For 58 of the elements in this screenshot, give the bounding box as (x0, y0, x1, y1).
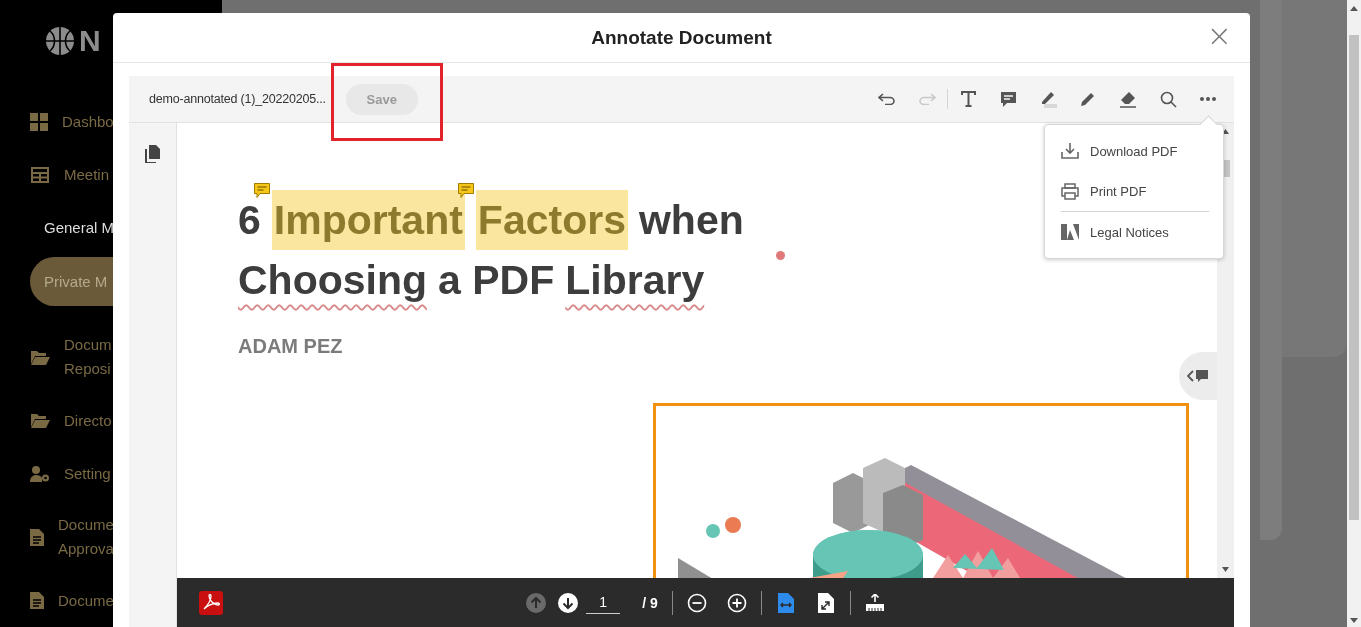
comment-note-icon[interactable] (253, 183, 270, 198)
sidebar-item[interactable]: Setting (64, 465, 111, 482)
pdf-logo-icon (199, 590, 223, 615)
page-total: / 9 (642, 594, 658, 611)
basketball-icon (45, 26, 75, 56)
pages-icon[interactable] (145, 145, 160, 163)
scroll-down-icon[interactable] (1350, 618, 1358, 623)
underlined-text: Choosing (238, 256, 428, 305)
sidebar-item[interactable]: Docume Approva (58, 513, 113, 561)
comment-note-icon[interactable] (457, 183, 474, 198)
title-text: when (638, 196, 744, 245)
page-number-field[interactable]: 1 (586, 591, 621, 614)
menu-item[interactable]: Print PDF (1045, 171, 1223, 211)
folder-icon (30, 349, 50, 365)
grid-icon (30, 112, 48, 131)
redo-icon (918, 93, 936, 105)
download-icon (1061, 143, 1079, 159)
scroll-down-icon[interactable] (1222, 567, 1229, 572)
undo-icon (878, 93, 896, 105)
document-icon (30, 592, 44, 609)
upload-icon (864, 593, 885, 612)
fit-page-icon (817, 592, 834, 613)
logo-text: N (79, 26, 101, 56)
sidebar-item[interactable]: Meetin (64, 166, 110, 183)
window-scrollbar[interactable] (1347, 0, 1361, 627)
close-button[interactable]: × (1202, 23, 1236, 49)
sidebar-item[interactable]: Docum Reposi (64, 333, 112, 381)
text-tool-icon (960, 91, 976, 107)
title-text: a PDF (438, 256, 555, 305)
menu-item[interactable]: Legal Notices (1045, 212, 1223, 252)
scrollbar-thumb[interactable] (1349, 35, 1359, 520)
pencil-icon (1080, 91, 1096, 107)
triangle-logo-icon (1061, 224, 1079, 240)
user-gear-icon (30, 465, 50, 482)
file-name: demo-annotated (1)_20220205... (149, 92, 326, 106)
ink-dot (776, 251, 785, 260)
folder-icon (30, 413, 50, 428)
comment-panel-icon (1187, 369, 1209, 383)
comments-panel-toggle[interactable] (1179, 352, 1217, 400)
scroll-up-icon[interactable] (1350, 6, 1358, 11)
sidebar-subitem[interactable]: Private M (30, 257, 113, 306)
search-icon (1159, 90, 1177, 108)
fit-width-icon (777, 592, 794, 613)
dialog-title: Annotate Document (591, 26, 772, 49)
menu-item[interactable]: Download PDF (1045, 131, 1223, 171)
more-icon (1200, 97, 1216, 101)
eraser-icon (1119, 90, 1137, 108)
printer-icon (1061, 182, 1079, 200)
comment-icon (999, 90, 1017, 108)
document-icon (30, 528, 44, 546)
underlined-text: Library (565, 256, 705, 305)
sidebar-subitem[interactable]: General M (0, 201, 113, 254)
sidebar-item[interactable]: Dashbo (62, 113, 113, 130)
sidebar-item[interactable]: Docume (58, 592, 113, 609)
table-icon (31, 166, 49, 183)
title-text: 6 (238, 196, 261, 245)
sidebar-item[interactable]: Directo (64, 412, 112, 429)
author-name: ADAM PEZ (238, 335, 344, 358)
